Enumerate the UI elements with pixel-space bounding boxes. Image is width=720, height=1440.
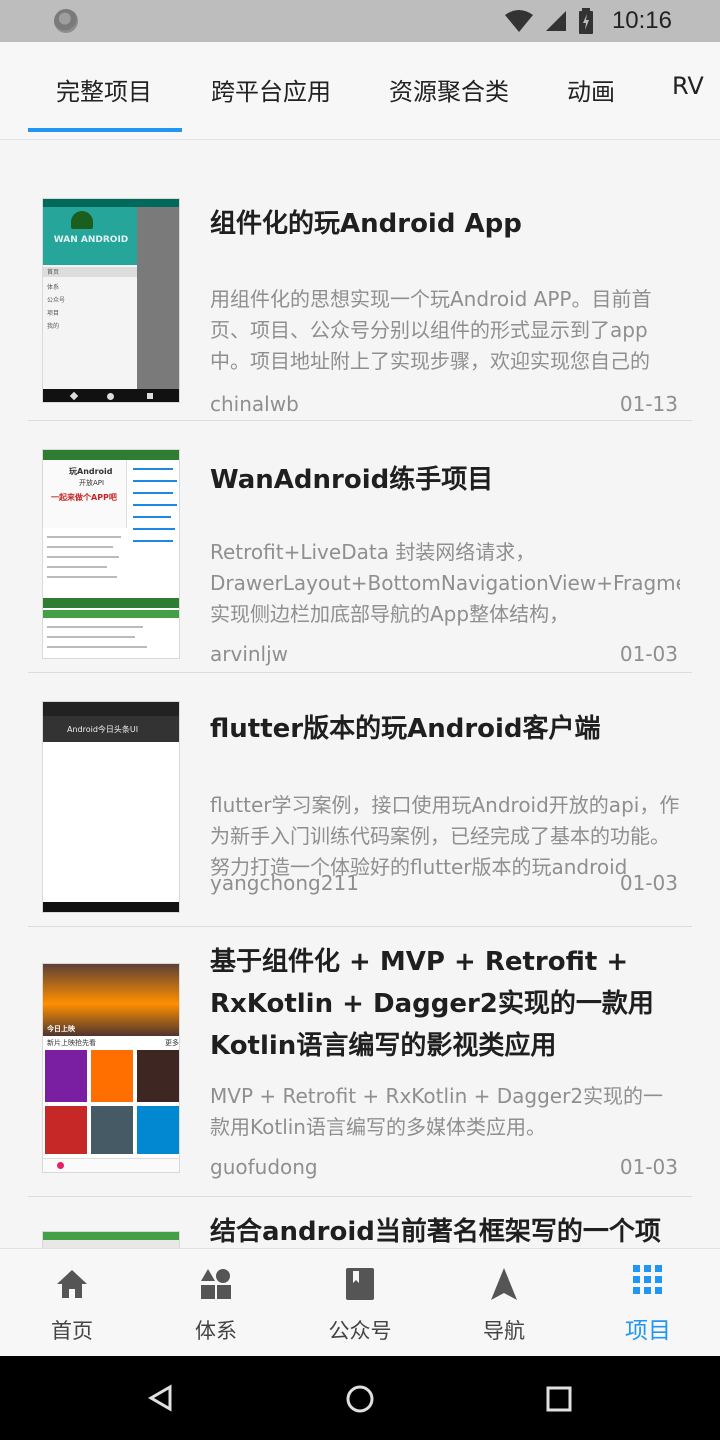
- tab-cross-platform[interactable]: 跨平台应用: [211, 72, 331, 107]
- grid-icon: [633, 1265, 662, 1294]
- category-icon: [201, 1269, 231, 1299]
- project-thumbnail: Android今日头条UI: [42, 701, 180, 913]
- system-navigation-bar: [0, 1356, 720, 1440]
- project-list[interactable]: WAN ANDROID 首页 体系 公众号 项目 我的 组件化的玩Android…: [0, 140, 720, 1248]
- battery-icon: [578, 8, 593, 34]
- nav-wechat[interactable]: 公众号: [305, 1249, 415, 1357]
- project-title: 结合android当前著名框架写的一个项: [210, 1217, 661, 1247]
- project-card[interactable]: Android今日头条UI flutter版本的玩Android客户端 flut…: [28, 673, 692, 927]
- project-date: 01-03: [619, 1155, 678, 1179]
- project-card[interactable]: 今日上映 新片上映抢先看 更多 基于组件化 + MVP + Retrofit +…: [28, 927, 692, 1197]
- project-date: 01-13: [619, 392, 678, 416]
- project-thumbnail: WAN ANDROID 首页 体系 公众号 项目 我的: [42, 198, 180, 403]
- project-author: yangchong211: [210, 871, 359, 895]
- project-description: MVP + Retrofit + RxKotlin + Dagger2实现的一款…: [210, 1084, 664, 1139]
- project-description: Retrofit+LiveData 封装网络请求，DrawerLayout+Bo…: [210, 540, 680, 626]
- project-title: 基于组件化 + MVP + Retrofit + RxKotlin + Dagg…: [210, 947, 654, 1061]
- project-description: 用组件化的思想实现一个玩Android APP。目前首页、项目、公众号分别以组件…: [210, 287, 652, 373]
- project-author: arvinljw: [210, 642, 289, 666]
- project-title: WanAdnroid练手项目: [210, 465, 494, 495]
- sync-icon: [54, 9, 78, 33]
- home-icon: [57, 1270, 87, 1298]
- nav-system-label: 体系: [195, 1319, 237, 1343]
- nav-project-label: 项目: [625, 1318, 671, 1344]
- project-thumbnail: 玩Android 开放API 一起来做个APP吧: [42, 449, 180, 659]
- tab-resource-aggregation[interactable]: 资源聚合类: [389, 72, 509, 107]
- tab-complete-projects[interactable]: 完整项目: [56, 72, 152, 107]
- project-author: chinalwb: [210, 392, 299, 416]
- tab-indicator: [28, 128, 182, 132]
- project-thumbnail: 今日上映 新片上映抢先看 更多: [42, 963, 180, 1173]
- project-category-tabs: 完整项目 跨平台应用 资源聚合类 动画 RV: [0, 42, 720, 140]
- nav-home[interactable]: 首页: [17, 1249, 127, 1357]
- navigation-icon: [491, 1268, 517, 1300]
- bottom-navigation: 首页 体系 公众号 导航 项目: [0, 1248, 720, 1356]
- project-date: 01-03: [619, 642, 678, 666]
- status-time: 10:16: [611, 7, 672, 34]
- nav-system[interactable]: 体系: [161, 1249, 271, 1357]
- nav-navigation[interactable]: 导航: [449, 1249, 559, 1357]
- project-card[interactable]: 结合android当前著名框架写的一个项: [28, 1197, 692, 1248]
- tab-rv[interactable]: RV: [672, 72, 704, 100]
- wifi-icon: [504, 10, 533, 32]
- home-circle-icon[interactable]: [345, 1384, 375, 1414]
- back-icon[interactable]: [147, 1384, 173, 1412]
- project-author: guofudong: [210, 1155, 318, 1179]
- project-card[interactable]: WAN ANDROID 首页 体系 公众号 项目 我的 组件化的玩Android…: [28, 168, 692, 421]
- nav-home-label: 首页: [51, 1319, 93, 1343]
- recents-icon[interactable]: [546, 1386, 572, 1412]
- status-bar: 10:16: [0, 0, 720, 42]
- nav-navigation-label: 导航: [483, 1319, 525, 1343]
- project-description: flutter学习案例，接口使用玩Android开放的api，作为新手入门训练代…: [210, 793, 680, 879]
- nav-project[interactable]: 项目: [593, 1249, 703, 1357]
- project-thumbnail: [42, 1231, 180, 1248]
- project-date: 01-03: [619, 871, 678, 895]
- cell-signal-icon: [545, 11, 566, 31]
- project-card[interactable]: 玩Android 开放API 一起来做个APP吧 WanAdnroid练手项目 …: [28, 421, 692, 673]
- tab-animation[interactable]: 动画: [567, 72, 615, 107]
- project-title: flutter版本的玩Android客户端: [210, 714, 601, 744]
- app-root: { "status_bar": { "time": "10:16" }, "ta…: [0, 0, 720, 1440]
- project-title: 组件化的玩Android App: [210, 209, 522, 239]
- book-icon: [346, 1268, 374, 1300]
- status-indicators: 10:16: [504, 0, 672, 42]
- nav-wechat-label: 公众号: [328, 1319, 392, 1343]
